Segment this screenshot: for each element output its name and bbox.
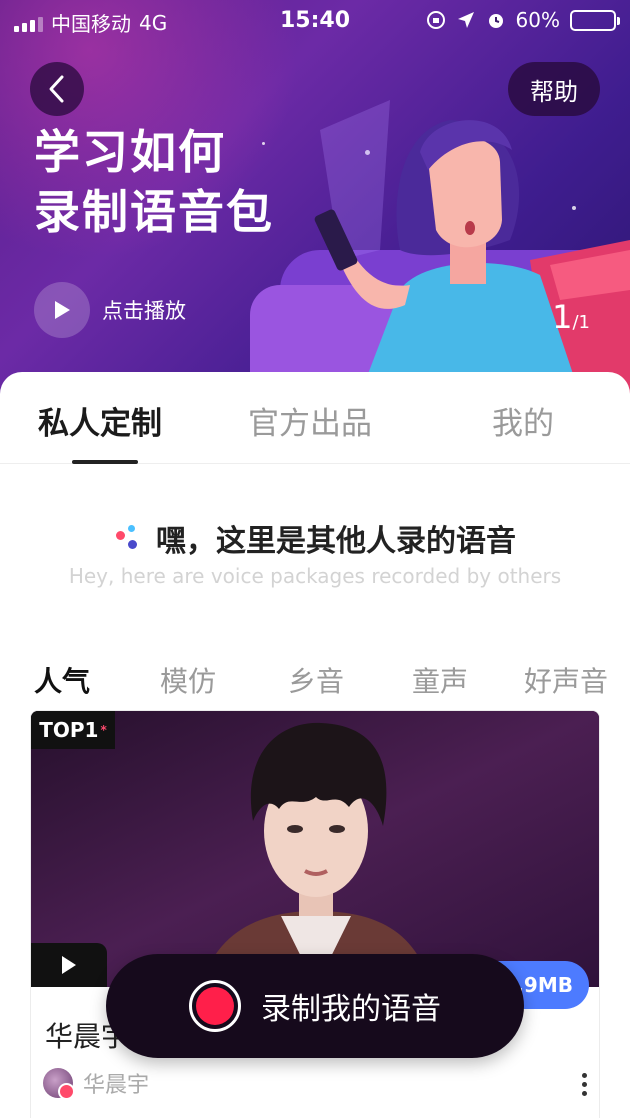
record-button-label: 录制我的语音 [261,992,441,1027]
alarm-icon [488,14,503,28]
play-button-circle[interactable] [34,282,90,338]
voice-pack-cover-image[interactable]: TOP1 * [31,711,599,987]
intro-title: 嘿，这里是其他人录的语音 [156,524,516,559]
chevron-left-icon [49,75,64,103]
category-dialect[interactable]: 乡音 [288,660,344,700]
tutorial-play-button[interactable]: 点击播放 [34,282,186,338]
tab-bar: 私人定制 官方出品 我的 [0,372,630,464]
record-icon [189,980,241,1032]
play-label: 点击播放 [102,299,186,323]
category-imitation[interactable]: 模仿 [160,660,216,700]
banner: 中国移动 4G 15:40 60% 帮助 学习如何 录制语音包 点击播放 1/1 [0,0,630,395]
girl-on-phone-illustration [250,100,630,395]
banner-title-line: 学习如何 [34,125,226,179]
back-button[interactable] [30,62,84,116]
intro-subtitle: Hey, here are voice packages recorded by… [68,564,562,588]
category-child-voice[interactable]: 童声 [412,660,468,700]
category-good-voice[interactable]: 好声音 [524,660,608,700]
rotation-lock-icon [426,11,445,29]
colored-dots-icon [114,523,144,553]
more-vertical-icon[interactable] [582,1073,587,1096]
author-name: 华晨宇 [83,1073,150,1098]
rank-badge-label: TOP1 [39,718,99,742]
tab-official[interactable]: 官方出品 [248,398,372,443]
page-indicator: 1/1 [552,298,590,336]
record-my-voice-button[interactable]: 录制我的语音 [106,954,524,1058]
page-current: 1 [552,298,573,336]
banner-title-line: 录制语音包 [34,185,274,239]
status-bar: 中国移动 4G 15:40 60% [0,0,630,42]
tab-mine[interactable]: 我的 [492,398,554,443]
card-play-button[interactable] [31,943,107,987]
battery-percent: 60% [515,8,560,32]
singer-portrait [31,711,599,987]
author-row: 华晨宇 [43,1067,150,1100]
avatar [43,1068,75,1100]
category-bar: 人气 模仿 乡音 童声 好声音 [0,660,630,700]
help-button[interactable]: 帮助 [508,62,600,116]
rank-badge: TOP1 * [31,711,115,749]
battery-icon [570,9,620,31]
page-total: /1 [572,312,590,333]
location-arrow-icon [457,12,474,28]
active-tab-indicator [72,460,138,464]
category-popular[interactable]: 人气 [34,660,90,700]
rank-badge-mark: * [100,723,107,737]
tab-private-custom[interactable]: 私人定制 [38,398,162,443]
play-icon [62,956,76,974]
intro-heading: 嘿，这里是其他人录的语音 [0,516,630,560]
play-icon [55,301,70,319]
banner-title: 学习如何 录制语音包 [34,122,274,242]
